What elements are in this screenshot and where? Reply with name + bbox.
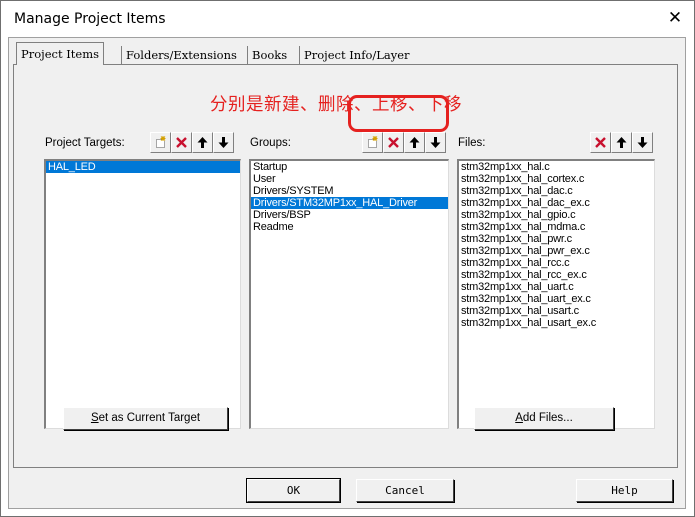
groups-listbox[interactable]: Startup User Drivers/SYSTEM Drivers/STM3… <box>249 159 449 429</box>
list-item[interactable]: stm32mp1xx_hal_usart.c <box>459 305 654 317</box>
dialog-window: Manage Project Items ✕ Project Items Fol… <box>0 0 695 517</box>
list-item[interactable]: stm32mp1xx_hal_pwr.c <box>459 233 654 245</box>
targets-delete-button[interactable] <box>171 132 192 153</box>
move-down-icon <box>430 137 441 148</box>
delete-icon <box>388 137 399 148</box>
move-down-icon <box>637 137 648 148</box>
targets-label: Project Targets: <box>45 137 125 149</box>
groups-label: Groups: <box>250 137 291 149</box>
move-up-icon <box>197 137 208 148</box>
set-as-current-target-button[interactable]: Set as Current Target <box>63 407 228 430</box>
help-button[interactable]: Help <box>576 479 673 502</box>
files-listbox[interactable]: stm32mp1xx_hal.c stm32mp1xx_hal_cortex.c… <box>457 159 655 429</box>
dialog-client: Project Items Folders/Extensions Books P… <box>8 37 686 509</box>
new-item-icon <box>368 136 378 148</box>
list-item[interactable]: stm32mp1xx_hal_mdma.c <box>459 221 654 233</box>
files-label: Files: <box>458 137 486 149</box>
groups-delete-button[interactable] <box>383 132 404 153</box>
list-item[interactable]: stm32mp1xx_hal_pwr_ex.c <box>459 245 654 257</box>
list-item[interactable]: User <box>251 173 448 185</box>
tab-project-items[interactable]: Project Items <box>16 42 105 65</box>
close-icon[interactable]: ✕ <box>664 7 686 29</box>
tab-panel: 分别是新建、删除、上移、下移 Project Targets: HAL_LED … <box>13 64 678 468</box>
targets-new-button[interactable] <box>150 132 171 153</box>
add-files-button[interactable]: Add Files... <box>474 407 614 430</box>
list-item[interactable]: Drivers/STM32MP1xx_HAL_Driver <box>251 197 448 209</box>
new-item-icon <box>156 136 166 148</box>
files-move-up-button[interactable] <box>611 132 632 153</box>
cancel-button[interactable]: Cancel <box>356 479 454 502</box>
list-item[interactable]: Drivers/BSP <box>251 209 448 221</box>
tab-folders-extensions[interactable]: Folders/Extensions <box>121 46 241 64</box>
groups-new-button[interactable] <box>362 132 383 153</box>
list-item[interactable]: stm32mp1xx_hal.c <box>459 161 654 173</box>
list-item[interactable]: Startup <box>251 161 448 173</box>
tab-books[interactable]: Books <box>247 46 291 64</box>
annotation-highlight-box <box>348 95 449 132</box>
files-group: Files: stm32mp1xx_hal.c stm32mp1xx_hal_c… <box>457 129 655 429</box>
list-item[interactable]: stm32mp1xx_hal_uart_ex.c <box>459 293 654 305</box>
tab-project-info-layer[interactable]: Project Info/Layer <box>299 46 414 64</box>
targets-listbox[interactable]: HAL_LED <box>44 159 241 429</box>
files-move-down-button[interactable] <box>632 132 653 153</box>
title-bar: Manage Project Items ✕ <box>1 1 694 37</box>
move-up-icon <box>616 137 627 148</box>
delete-icon <box>176 137 187 148</box>
list-item[interactable]: stm32mp1xx_hal_rcc.c <box>459 257 654 269</box>
list-item[interactable]: stm32mp1xx_hal_dac_ex.c <box>459 197 654 209</box>
targets-move-up-button[interactable] <box>192 132 213 153</box>
ok-button[interactable]: OK <box>246 478 341 503</box>
groups-move-down-button[interactable] <box>425 132 446 153</box>
list-item[interactable]: stm32mp1xx_hal_rcc_ex.c <box>459 269 654 281</box>
list-item[interactable]: Drivers/SYSTEM <box>251 185 448 197</box>
list-item[interactable]: stm32mp1xx_hal_gpio.c <box>459 209 654 221</box>
groups-move-up-button[interactable] <box>404 132 425 153</box>
targets-move-down-button[interactable] <box>213 132 234 153</box>
list-item[interactable]: stm32mp1xx_hal_cortex.c <box>459 173 654 185</box>
files-delete-button[interactable] <box>590 132 611 153</box>
list-item[interactable]: stm32mp1xx_hal_dac.c <box>459 185 654 197</box>
groups-group: Groups: Startup User Drivers/SYSTEM Driv… <box>249 129 449 429</box>
move-down-icon <box>218 137 229 148</box>
list-item[interactable]: stm32mp1xx_hal_uart.c <box>459 281 654 293</box>
delete-icon <box>595 137 606 148</box>
window-title: Manage Project Items <box>14 11 166 27</box>
targets-group: Project Targets: HAL_LED <box>44 129 241 429</box>
list-item[interactable]: stm32mp1xx_hal_usart_ex.c <box>459 317 654 329</box>
move-up-icon <box>409 137 420 148</box>
list-item[interactable]: HAL_LED <box>46 161 240 173</box>
list-item[interactable]: Readme <box>251 221 448 233</box>
